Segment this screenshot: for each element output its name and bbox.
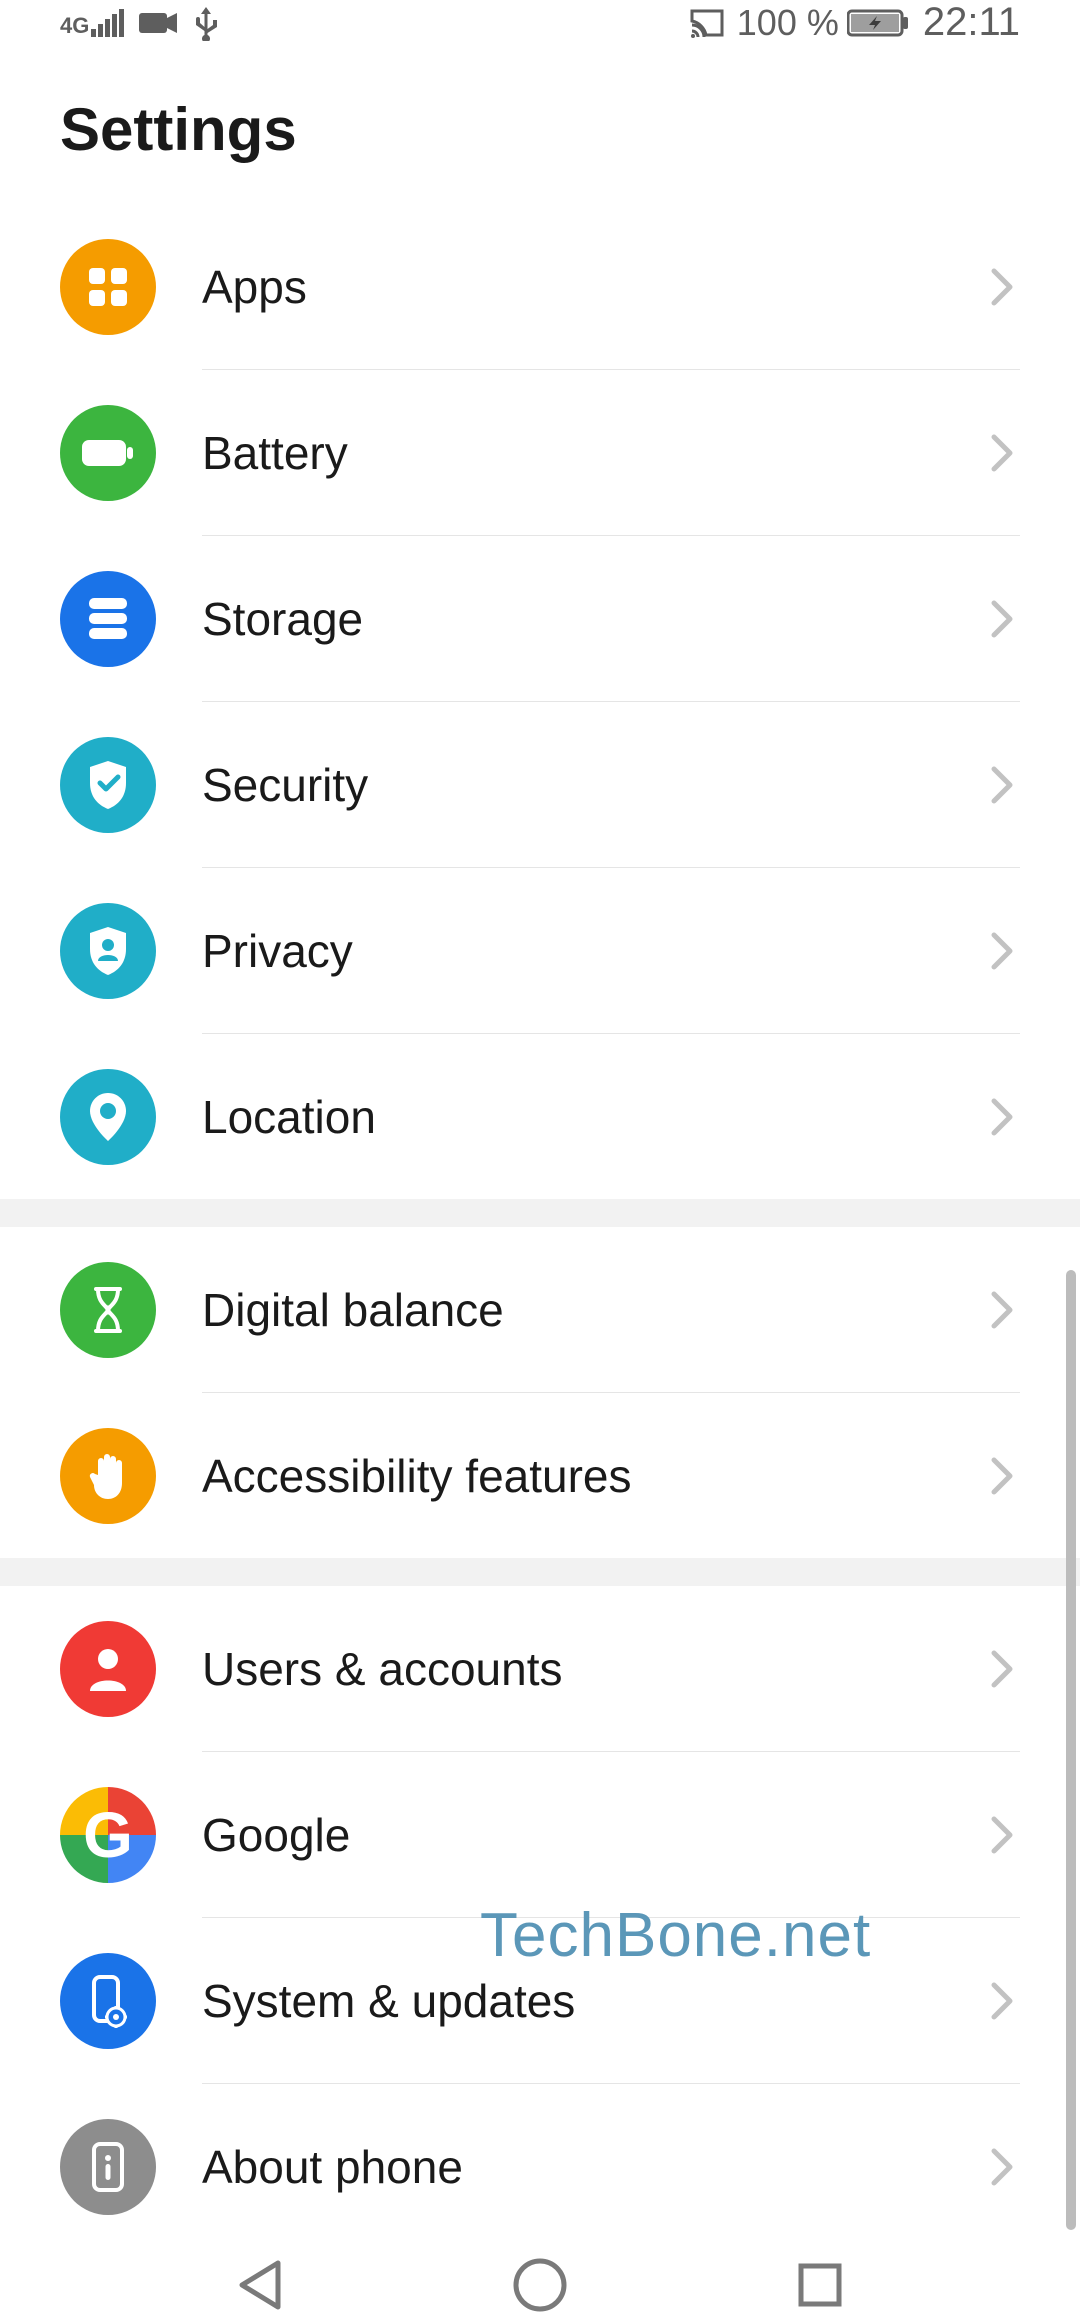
battery-charging-icon (847, 8, 909, 38)
page-title: Settings (0, 45, 1080, 204)
row-privacy[interactable]: Privacy (0, 868, 1080, 1033)
network-4g-icon: 4G (60, 9, 125, 37)
chevron-right-icon (990, 1456, 1020, 1496)
nav-home-button[interactable] (504, 2249, 576, 2312)
video-icon (139, 10, 179, 36)
clock-text: 22:11 (923, 0, 1020, 45)
battery-percent-text: 100 % (737, 2, 839, 44)
apps-icon (60, 239, 156, 335)
chevron-right-icon (990, 1649, 1020, 1689)
row-system-updates[interactable]: System & updates (0, 1918, 1080, 2083)
navigation-bar (0, 2249, 1080, 2312)
phone-info-icon (60, 2119, 156, 2215)
chevron-right-icon (990, 1290, 1020, 1330)
chevron-right-icon (990, 433, 1020, 473)
chevron-right-icon (990, 2147, 1020, 2187)
section-divider (0, 1558, 1080, 1586)
scrollbar-indicator (1066, 1270, 1076, 2230)
settings-list: Apps Battery Storage Security (0, 204, 1080, 2249)
row-users-accounts[interactable]: Users & accounts (0, 1586, 1080, 1751)
chevron-right-icon (990, 599, 1020, 639)
row-apps-label: Apps (156, 204, 990, 369)
section-divider (0, 1199, 1080, 1227)
row-accessibility[interactable]: Accessibility features (0, 1393, 1080, 1558)
cast-icon (689, 8, 725, 38)
status-right: 100 % 22:11 (689, 0, 1020, 45)
shield-person-icon (60, 903, 156, 999)
row-accessibility-label: Accessibility features (156, 1393, 990, 1558)
nav-recent-button[interactable] (784, 2249, 856, 2312)
google-icon: G (60, 1787, 156, 1883)
row-security[interactable]: Security (0, 702, 1080, 867)
chevron-right-icon (990, 1815, 1020, 1855)
signal-bars-icon (91, 9, 125, 37)
row-location[interactable]: Location (0, 1034, 1080, 1199)
row-location-label: Location (156, 1034, 990, 1199)
row-digital-balance[interactable]: Digital balance (0, 1227, 1080, 1392)
chevron-right-icon (990, 931, 1020, 971)
row-battery-label: Battery (156, 370, 990, 535)
row-digital-balance-label: Digital balance (156, 1227, 990, 1392)
row-system-updates-label: System & updates (156, 1918, 990, 2083)
network-4g-label: 4G (60, 15, 89, 37)
location-pin-icon (60, 1069, 156, 1165)
chevron-right-icon (990, 765, 1020, 805)
hand-icon (60, 1428, 156, 1524)
row-google-label: Google (156, 1752, 990, 1917)
shield-check-icon (60, 737, 156, 833)
row-about-phone-label: About phone (156, 2084, 990, 2249)
nav-back-button[interactable] (224, 2249, 296, 2312)
row-users-accounts-label: Users & accounts (156, 1586, 990, 1751)
battery-icon (60, 405, 156, 501)
row-storage[interactable]: Storage (0, 536, 1080, 701)
row-battery[interactable]: Battery (0, 370, 1080, 535)
row-privacy-label: Privacy (156, 868, 990, 1033)
hourglass-icon (60, 1262, 156, 1358)
phone-gear-icon (60, 1953, 156, 2049)
row-google[interactable]: G Google (0, 1752, 1080, 1917)
person-icon (60, 1621, 156, 1717)
status-left: 4G (60, 5, 219, 41)
chevron-right-icon (990, 1097, 1020, 1137)
usb-icon (193, 5, 219, 41)
row-security-label: Security (156, 702, 990, 867)
status-bar: 4G (0, 0, 1080, 45)
svg-text:G: G (83, 1799, 133, 1871)
row-apps[interactable]: Apps (0, 204, 1080, 369)
row-storage-label: Storage (156, 536, 990, 701)
storage-icon (60, 571, 156, 667)
chevron-right-icon (990, 267, 1020, 307)
row-about-phone[interactable]: About phone (0, 2084, 1080, 2249)
chevron-right-icon (990, 1981, 1020, 2021)
